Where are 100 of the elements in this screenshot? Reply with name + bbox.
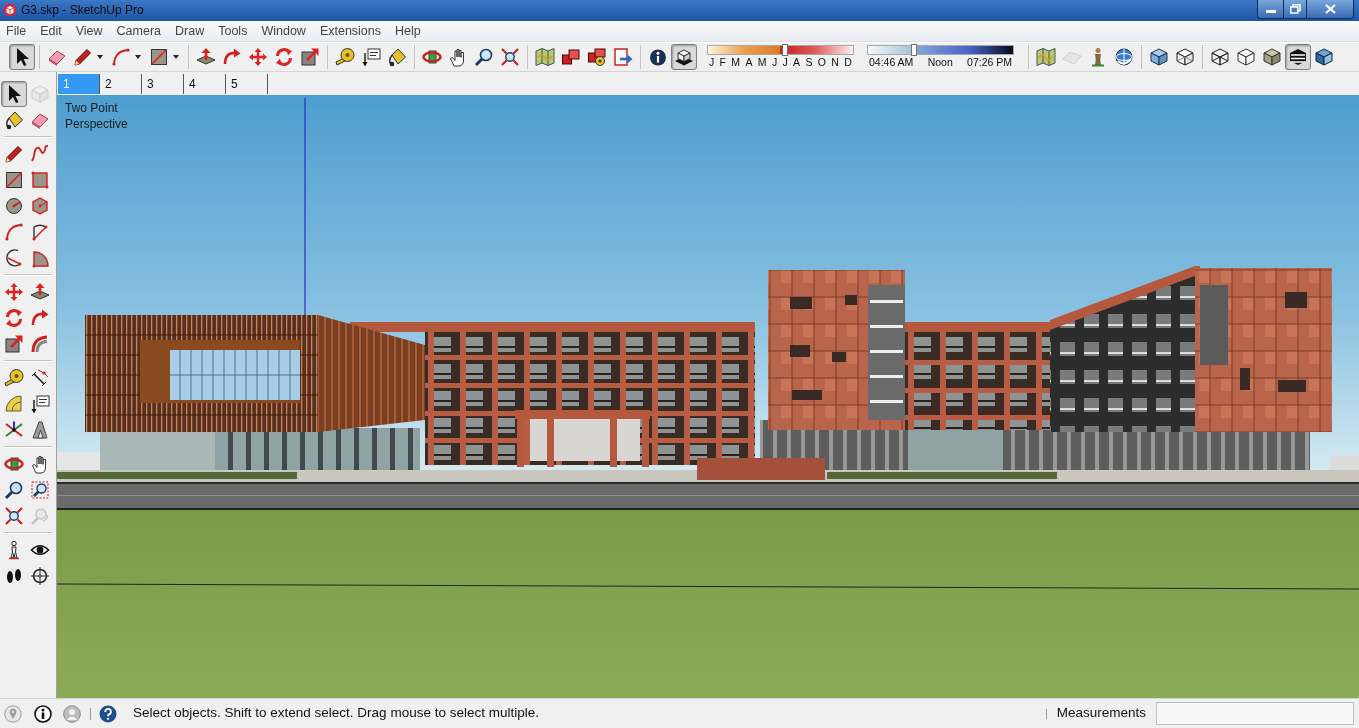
stacked-boxes-icon xyxy=(561,47,581,67)
magnifier-icon xyxy=(4,480,24,500)
info-icon xyxy=(648,47,668,67)
minimize-button[interactable] xyxy=(1258,0,1284,18)
caret-icon xyxy=(135,55,141,59)
curved-arrow-icon xyxy=(30,308,50,328)
text-label-icon xyxy=(361,47,381,67)
plain-cube-icon xyxy=(1236,47,1256,67)
freehand-icon xyxy=(30,144,50,164)
tool-button[interactable] xyxy=(9,44,35,70)
orbit-icon xyxy=(422,47,442,67)
push-pull-icon xyxy=(196,47,216,67)
shaded-cube-icon xyxy=(1262,47,1282,67)
camera-label: Two Point Perspective xyxy=(65,100,129,132)
month-label: J xyxy=(782,56,788,69)
rotate-icon xyxy=(274,47,294,67)
time-label: 04:46 AM xyxy=(869,56,914,69)
scene-tab[interactable]: 5 xyxy=(226,73,268,94)
tool-button[interactable] xyxy=(1,81,27,107)
curved-arrow-icon xyxy=(222,47,242,67)
paint-bucket-icon xyxy=(387,47,407,67)
three-point-arc-icon xyxy=(4,248,24,268)
window-title: G3.skp - SketchUp Pro xyxy=(21,2,144,18)
help-icon[interactable] xyxy=(99,704,117,723)
paint-bucket-icon xyxy=(4,110,24,130)
menu-item[interactable]: Draw xyxy=(175,23,205,39)
arc-icon xyxy=(4,222,24,242)
move-arrows-icon xyxy=(248,47,268,67)
info-icon[interactable] xyxy=(34,704,52,723)
month-label: A xyxy=(745,56,753,69)
menu-item[interactable]: File xyxy=(6,23,27,39)
pencil-icon xyxy=(4,144,24,164)
app-logo-icon xyxy=(3,3,17,17)
axes-icon xyxy=(4,420,24,440)
push-pull-icon xyxy=(30,282,50,302)
globe-icon xyxy=(1114,47,1134,67)
scene-tab[interactable]: 2 xyxy=(100,73,142,94)
close-button[interactable] xyxy=(1307,0,1353,18)
rotated-rectangle-icon xyxy=(30,170,50,190)
restore-button[interactable] xyxy=(1284,0,1307,18)
menu-item[interactable]: Camera xyxy=(116,23,162,39)
menu-item[interactable]: Edit xyxy=(40,23,62,39)
time-label: Noon xyxy=(927,56,953,69)
cube-outline-icon xyxy=(1175,47,1195,67)
minimize-icon xyxy=(1265,10,1276,13)
measurements-field[interactable] xyxy=(1156,702,1354,725)
time-label: 07:26 PM xyxy=(967,56,1012,69)
menu-item[interactable]: View xyxy=(75,23,103,39)
time-slider[interactable] xyxy=(867,45,1014,55)
scene-tab[interactable]: 4 xyxy=(184,73,226,94)
month-label: J xyxy=(709,56,715,69)
month-slider[interactable] xyxy=(707,45,854,55)
month-label: D xyxy=(844,56,852,69)
measurements-label: Measurements xyxy=(1056,704,1146,723)
scene-tab[interactable]: 3 xyxy=(142,73,184,94)
month-label: N xyxy=(831,56,839,69)
tool-button[interactable] xyxy=(671,44,697,70)
zoom-window-icon xyxy=(30,480,50,500)
protractor-icon xyxy=(4,394,24,414)
crosshair-icon xyxy=(30,566,50,586)
scale-icon xyxy=(300,47,320,67)
slider-thumb[interactable] xyxy=(911,44,918,56)
pie-icon xyxy=(30,248,50,268)
orbit-icon xyxy=(4,454,24,474)
caret-icon xyxy=(97,55,103,59)
month-label: A xyxy=(793,56,801,69)
tape-measure-icon xyxy=(4,368,24,388)
rotate-icon xyxy=(4,308,24,328)
map-icon xyxy=(535,47,555,67)
arc-sector-icon xyxy=(30,222,50,242)
cube-icon xyxy=(1149,47,1169,67)
rectangle-icon xyxy=(4,170,24,190)
tape-measure-icon xyxy=(335,47,355,67)
menu-item[interactable]: Tools xyxy=(218,23,248,39)
pencil-icon xyxy=(73,47,93,67)
caret-icon xyxy=(173,55,179,59)
arc-icon xyxy=(111,47,131,67)
circle-icon xyxy=(4,196,24,216)
menu-item[interactable]: Help xyxy=(395,23,421,39)
month-label: S xyxy=(805,56,813,69)
slider-thumb[interactable] xyxy=(781,44,788,56)
tool-button[interactable] xyxy=(1285,44,1311,70)
month-label: J xyxy=(771,56,778,69)
scale-icon xyxy=(4,334,24,354)
month-label: M xyxy=(731,56,741,69)
text-label-icon xyxy=(30,394,50,414)
two-tone-cube-icon xyxy=(1314,47,1334,67)
avatar-icon[interactable] xyxy=(63,704,81,723)
menu-item[interactable]: Extensions xyxy=(319,23,382,39)
month-label: M xyxy=(757,56,767,69)
dimension-icon xyxy=(30,368,50,388)
restore-icon xyxy=(1289,4,1301,14)
polygon-icon xyxy=(30,196,50,216)
wireframe-cube-icon xyxy=(1210,47,1230,67)
offset-icon xyxy=(30,334,50,354)
menu-item[interactable]: Window xyxy=(261,23,306,39)
boxes-circle-icon xyxy=(587,47,607,67)
close-icon xyxy=(1324,4,1336,14)
rectangle-icon xyxy=(149,47,169,67)
export-icon xyxy=(613,47,633,67)
